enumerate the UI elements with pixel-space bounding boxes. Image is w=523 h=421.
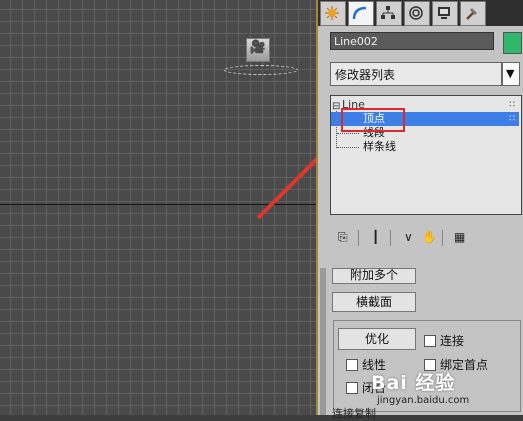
toolbar-separator — [442, 230, 443, 246]
subobject-dots-icon: ∷ — [509, 100, 515, 110]
hammer-icon — [466, 8, 477, 20]
viewport[interactable]: 🎥 — [0, 0, 316, 415]
command-panel-tabs — [318, 0, 523, 26]
rollout-scrollbar[interactable] — [320, 268, 326, 415]
stack-item-spline[interactable]: 样条线 — [331, 140, 519, 154]
closed-checkbox[interactable] — [346, 382, 358, 394]
create-tab[interactable] — [320, 1, 346, 26]
configure-modifier-sets-icon[interactable]: ▦ — [454, 230, 465, 244]
utilities-tab[interactable] — [460, 1, 486, 26]
modify-tab[interactable] — [348, 1, 374, 26]
hierarchy-icon — [381, 6, 395, 19]
subobject-dots-icon: ∷ — [509, 114, 515, 124]
motion-tab[interactable] — [404, 1, 430, 26]
modifier-list-dropdown-button[interactable]: ▼ — [502, 62, 520, 86]
sun-icon — [325, 6, 339, 20]
remove-modifier-icon[interactable]: ✋ — [422, 230, 437, 244]
show-end-result-icon[interactable]: ┃ — [372, 230, 379, 244]
watermark-text: Bai 经验 — [371, 372, 456, 394]
motion-icon — [409, 6, 423, 20]
toolbar-separator — [358, 230, 359, 246]
refine-button[interactable]: 优化 — [338, 328, 416, 350]
pin-stack-icon[interactable]: ⎘ — [338, 230, 348, 245]
hierarchy-tab[interactable] — [376, 1, 402, 26]
watermark-url: jingyan.baidu.com — [377, 395, 470, 406]
chevron-down-icon: ▼ — [506, 67, 515, 80]
linear-checkbox[interactable] — [346, 359, 358, 371]
annotation-arrow — [256, 157, 316, 220]
connect-checkbox[interactable] — [424, 335, 436, 347]
stack-item-label: 样条线 — [363, 140, 396, 153]
stack-toolbar: ⎘ ┃ ∨ ✋ ▦ — [330, 230, 520, 246]
object-name-field[interactable]: Line002 — [330, 32, 494, 50]
attach-multiple-button[interactable]: 附加多个 — [332, 268, 416, 284]
display-tab[interactable] — [432, 1, 458, 26]
cross-section-button[interactable]: 横截面 — [332, 292, 416, 312]
object-color-swatch[interactable] — [503, 32, 522, 54]
modifier-list-dropdown[interactable]: 修改器列表 — [330, 62, 502, 86]
toolbar-separator — [390, 230, 391, 246]
modify-arc-icon — [352, 6, 367, 20]
baidu-watermark: Bai 经验 jingyan.baidu.com — [365, 360, 523, 415]
display-monitor-icon — [438, 7, 450, 19]
selection-highlight-box — [341, 108, 405, 132]
make-unique-icon[interactable]: ∨ — [404, 230, 413, 244]
connect-label: 连接 — [440, 334, 465, 348]
